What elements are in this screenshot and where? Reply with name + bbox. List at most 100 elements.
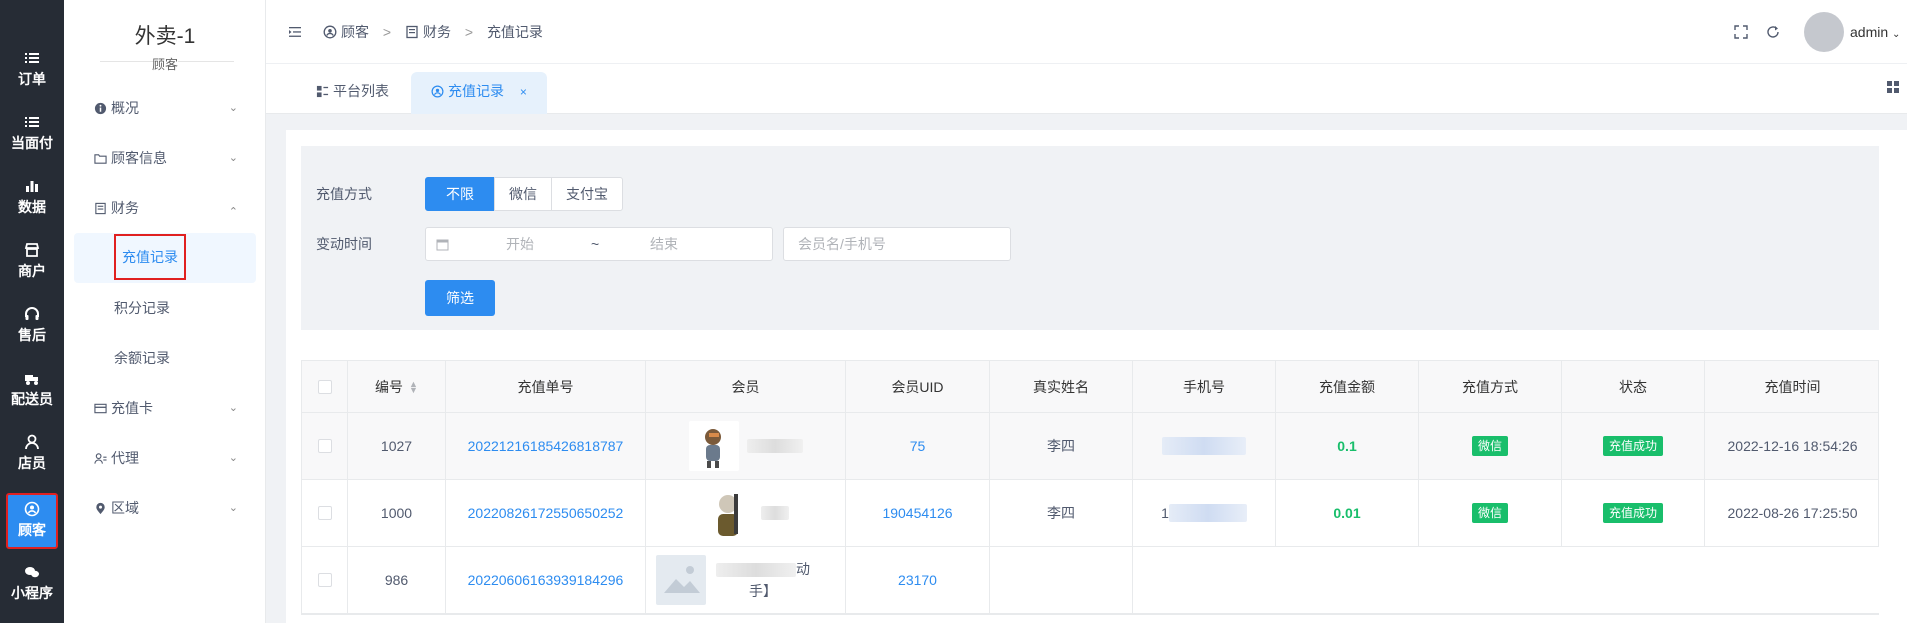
filter-panel: 充值方式 不限 微信 支付宝 变动时间 开始 ~ 结束 筛选 (301, 146, 1879, 330)
top-header: 顾客 > 财务 > 充值记录 admin ⌄ (266, 0, 1907, 64)
sidebar-item-balance-records[interactable]: 余额记录 (64, 333, 266, 383)
breadcrumb-item[interactable]: 顾客 (341, 24, 369, 40)
amount-value: 0.01 (1333, 505, 1361, 521)
uid-link[interactable]: 75 (846, 413, 990, 479)
time-cell: 2022-12-16 18:54:26 (1727, 438, 1858, 454)
chevron-down-icon: ⌄ (228, 102, 238, 114)
close-icon[interactable]: × (520, 85, 527, 99)
breadcrumb-current: 充值记录 (486, 24, 543, 40)
menu-item-finance[interactable]: 财务 ⌃ (64, 183, 266, 233)
wechat-icon (25, 567, 39, 578)
delivery-icon (25, 375, 38, 385)
row-checkbox[interactable] (317, 573, 332, 587)
finance-icon (406, 25, 418, 39)
menu-item-region[interactable]: 区域 ⌄ (64, 483, 266, 533)
id-cell: 1000 (348, 480, 446, 546)
phone-prefix: 1 (1161, 505, 1169, 521)
order-no-link[interactable]: 20220606163939184296 (446, 547, 646, 613)
menu-item-overview[interactable]: 概况 ⌄ (64, 83, 266, 133)
breadcrumb-separator: > (464, 24, 474, 40)
sidebar-item-points-records[interactable]: 积分记录 (64, 283, 266, 333)
member-name: 动 手】 (716, 558, 810, 602)
avatar[interactable] (1804, 12, 1844, 52)
member-search-input[interactable] (783, 227, 1011, 261)
tab-platform-list[interactable]: 平台列表 (296, 72, 409, 114)
member-cell: 动 手】 (646, 547, 846, 613)
table-row: 986 20220606163939184296 动 手】 23170 (302, 547, 1880, 614)
chevron-down-icon: ⌄ (228, 152, 238, 164)
grid-icon[interactable] (1886, 80, 1900, 94)
column-header: 会员UID (846, 361, 990, 412)
order-no-link[interactable]: 20221216185426818787 (446, 413, 646, 479)
column-header: 手机号 (1133, 361, 1276, 412)
submenu-label: 积分记录 (114, 300, 170, 316)
rail-label: 当面付 (11, 135, 53, 151)
select-all-checkbox[interactable] (317, 379, 332, 394)
headset-icon (25, 307, 39, 320)
method-cell: 微信 (1419, 413, 1562, 479)
rail-item-data[interactable]: 数据 (0, 170, 64, 228)
rail-item-miniapp[interactable]: 小程序 (0, 556, 64, 614)
phone-redacted (1162, 437, 1246, 455)
method-selector: 不限 微信 支付宝 (425, 177, 623, 211)
amount-cell: 0.01 (1276, 480, 1419, 546)
amount-cell: 0.1 (1276, 413, 1419, 479)
breadcrumb-item[interactable]: 财务 (423, 24, 451, 40)
method-option-alipay[interactable]: 支付宝 (551, 177, 623, 211)
filter-button[interactable]: 筛选 (425, 280, 495, 316)
chevron-down-icon: ⌄ (1892, 29, 1901, 40)
folder-icon (94, 154, 107, 164)
row-select-cell (302, 547, 348, 613)
column-label: 编号 (375, 378, 404, 395)
menu-label: 财务 (111, 200, 139, 216)
rail-item-pay[interactable]: 当面付 (0, 106, 64, 164)
method-option-all[interactable]: 不限 (425, 177, 495, 211)
sidebar-item-recharge-records[interactable]: 充值记录 (74, 233, 256, 283)
date-range-picker[interactable]: 开始 ~ 结束 (425, 227, 773, 261)
section-title: 顾客 (151, 57, 178, 72)
id-cell: 1027 (348, 413, 446, 479)
customer-icon (323, 25, 337, 39)
store-name: 外卖-1 (134, 25, 196, 48)
bar-chart-icon (26, 181, 38, 192)
refresh-icon[interactable] (1766, 25, 1780, 39)
submenu-label: 余额记录 (114, 350, 170, 366)
row-checkbox[interactable] (317, 506, 332, 520)
method-option-wechat[interactable]: 微信 (494, 177, 552, 211)
menu-item-agent[interactable]: 代理 ⌄ (64, 433, 266, 483)
order-no-link[interactable]: 20220826172550650252 (446, 480, 646, 546)
column-header[interactable]: 编号 ▲ ▼ (348, 361, 446, 412)
uid-link[interactable]: 190454126 (846, 480, 990, 546)
fullscreen-icon[interactable] (1734, 25, 1748, 39)
method-tag: 微信 (1471, 436, 1508, 456)
info-icon (94, 102, 107, 115)
user-menu[interactable]: admin ⌄ (1850, 0, 1900, 64)
end-date-placeholder[interactable]: 结束 (650, 228, 678, 260)
status-cell: 充值成功 (1562, 413, 1705, 479)
collapse-menu-icon[interactable] (288, 25, 302, 39)
rail-item-orders[interactable]: 订单 (0, 42, 64, 100)
status-badge: 充值成功 (1602, 503, 1663, 523)
method-label: 充值方式 (316, 186, 372, 202)
app: 订单 当面付 数据 商户 售后 配送员 店员 顾客 小程序 外卖-1 顾客 概况… (0, 0, 1907, 623)
rail-item-customer[interactable]: 顾客 (6, 493, 58, 549)
rail-item-merchant[interactable]: 商户 (0, 234, 64, 292)
main-rail: 订单 当面付 数据 商户 售后 配送员 店员 顾客 小程序 (0, 0, 64, 623)
start-date-placeholder[interactable]: 开始 (506, 228, 534, 260)
tab-label: 充值记录 (448, 83, 504, 99)
real-name-cell (990, 547, 1133, 613)
uid-link[interactable]: 23170 (846, 547, 990, 613)
sort-icon[interactable]: ▲ ▼ (409, 379, 418, 394)
menu-item-customer-info[interactable]: 顾客信息 ⌄ (64, 133, 266, 183)
tab-recharge-records[interactable]: 充值记录 × (411, 72, 547, 114)
customer-icon (24, 501, 40, 517)
row-checkbox[interactable] (317, 439, 332, 453)
rail-item-aftersale[interactable]: 售后 (0, 298, 64, 356)
phone-redacted (1168, 504, 1247, 522)
rail-item-delivery[interactable]: 配送员 (0, 362, 64, 420)
member-name-redacted (760, 506, 789, 520)
list-icon (25, 53, 39, 63)
rail-item-staff[interactable]: 店员 (0, 426, 64, 484)
column-header: 充值时间 (1764, 378, 1821, 395)
menu-item-recharge-card[interactable]: 充值卡 ⌄ (64, 383, 266, 433)
